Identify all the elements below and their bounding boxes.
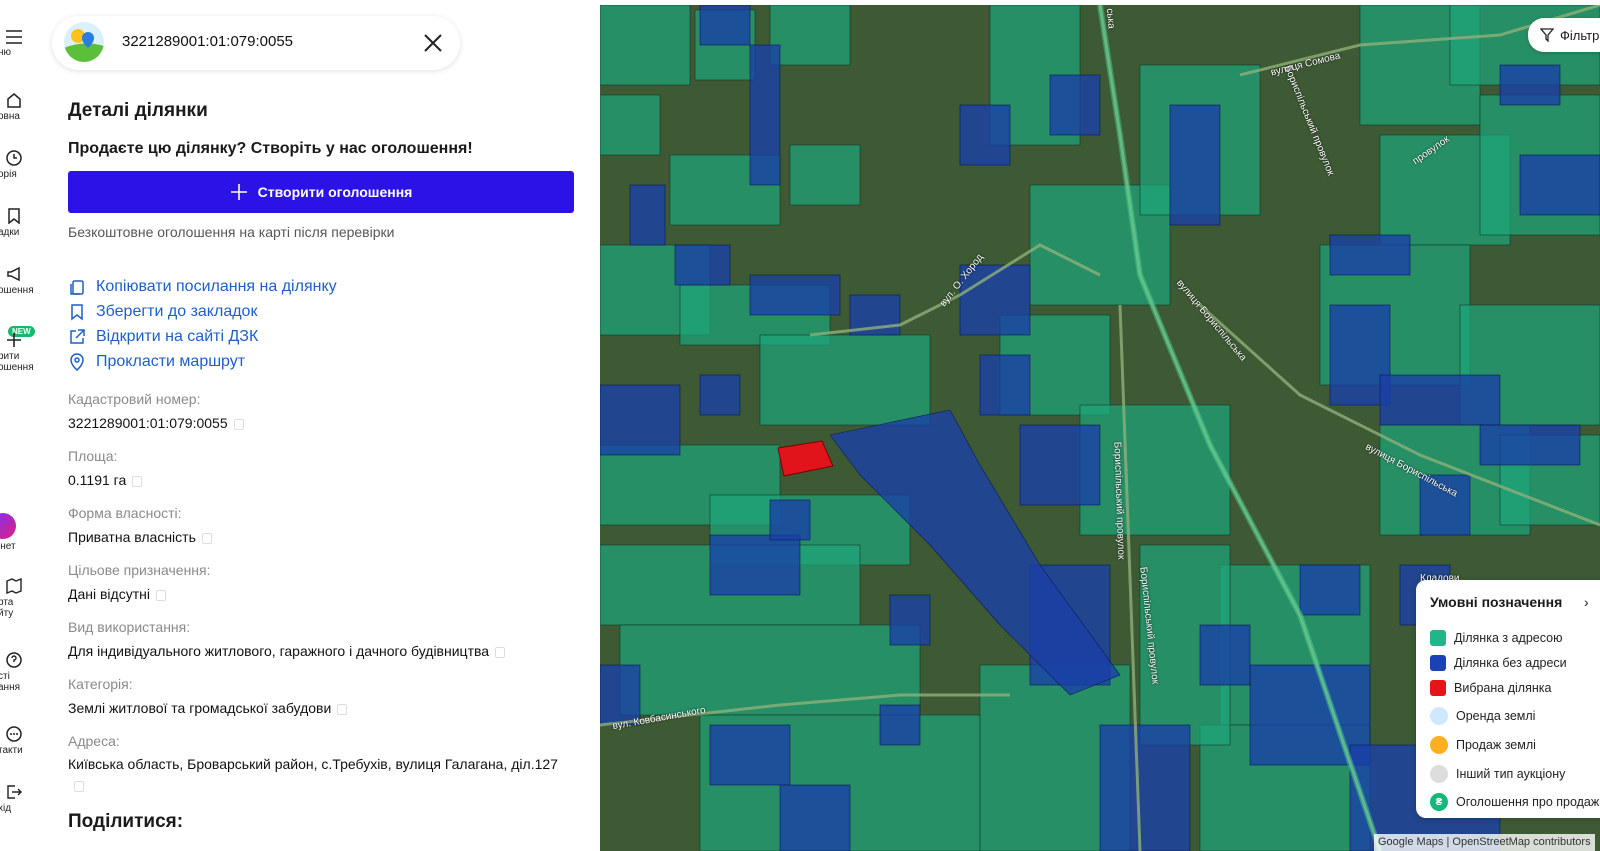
square-swatch-icon: [1430, 680, 1446, 696]
copy-icon[interactable]: [155, 589, 166, 601]
chevron-right-icon[interactable]: ›: [1584, 594, 1589, 610]
logout-icon: [7, 785, 22, 799]
legend-item: Оренда землі: [1430, 707, 1535, 725]
filter-icon: [1540, 28, 1554, 42]
legend-item: Ділянка з адресою: [1430, 630, 1562, 646]
auction-icon: [1430, 765, 1448, 783]
rail-cabinet-label[interactable]: інет: [0, 541, 36, 552]
hryvnia-icon: ₴: [1430, 793, 1448, 811]
copy-icon[interactable]: [74, 780, 84, 792]
cadastral-value: 3221289001:01:079:0055: [68, 413, 568, 434]
save-bookmark-link[interactable]: Зберегти до закладок: [68, 303, 257, 321]
chat-icon: [6, 726, 22, 742]
rail-home[interactable]: овна: [0, 92, 36, 122]
address-text: Київська область, Броварський район, с.Т…: [68, 756, 558, 772]
rail-history[interactable]: орія: [0, 150, 36, 180]
open-dzk-label: Відкрити на сайті ДЗК: [96, 328, 259, 345]
legend-title: Умовні позначення: [1430, 594, 1563, 610]
open-dzk-link[interactable]: Відкрити на сайті ДЗК: [68, 328, 258, 346]
free-note: Безкоштовне оголошення на карті після пе…: [68, 224, 395, 240]
copy-icon: [70, 280, 84, 295]
rail-bookmarks[interactable]: адки: [0, 208, 36, 238]
purpose-label: Цільове призначення:: [68, 562, 211, 578]
legend-item: Ділянка без адреси: [1430, 655, 1567, 671]
ownership-text: Приватна власність: [68, 529, 196, 545]
bookmark-icon: [8, 208, 20, 224]
rail-logout[interactable]: хід: [0, 784, 36, 814]
ownership-label: Форма власності:: [68, 505, 182, 521]
plus-icon: [230, 184, 247, 200]
auction-icon: [1430, 736, 1448, 754]
bookmark-icon: [71, 304, 83, 321]
usage-text: Для індивідуального житлового, гаражного…: [68, 643, 490, 659]
rail-create-ad[interactable]: рити ошення: [0, 332, 36, 373]
map-legend: Умовні позначення › Ділянка з адресою Ді…: [1416, 580, 1600, 818]
usage-label: Вид використання:: [68, 619, 191, 635]
legend-item: ₴ Оголошення про продаж: [1430, 793, 1599, 811]
map-icon: [6, 578, 22, 594]
rail-ads[interactable]: ошення: [0, 266, 36, 296]
legend-item: Інший тип аукціону: [1430, 765, 1565, 783]
category-text: Землі житлової та громадської забудови: [68, 700, 332, 716]
street-label: ська: [1103, 7, 1117, 30]
side-rail: ню овна орія адки ошення NEW рити ошення…: [0, 0, 50, 851]
close-button[interactable]: [420, 30, 446, 56]
usage-value: Для індивідуального житлового, гаражного…: [68, 641, 568, 662]
cadastral-label: Кадастровий номер:: [68, 391, 201, 407]
address-value: Київська область, Броварський район, с.Т…: [68, 754, 558, 796]
route-label: Прокласти маршрут: [96, 353, 246, 370]
copy-icon[interactable]: [233, 418, 244, 430]
legend-item: Вибрана ділянка: [1430, 680, 1551, 696]
category-value: Землі житлової та громадської забудови: [68, 698, 568, 719]
rail-sitemap[interactable]: рта йту: [0, 578, 36, 619]
plus-icon: [7, 333, 21, 347]
home-icon: [7, 93, 21, 108]
question-icon: [6, 652, 22, 668]
search-query[interactable]: 3221289001:01:079:0055: [122, 33, 293, 50]
category-label: Категорія:: [68, 676, 133, 692]
rail-faq[interactable]: сті ання: [0, 652, 36, 693]
ownership-value: Приватна власність: [68, 527, 568, 548]
square-swatch-icon: [1430, 630, 1446, 646]
search-card: 3221289001:01:079:0055: [52, 16, 460, 70]
copy-icon[interactable]: [132, 475, 143, 487]
save-bookmark-label: Зберегти до закладок: [96, 303, 258, 320]
copy-link[interactable]: Копіювати посилання на ділянку: [68, 278, 337, 296]
rail-menu[interactable]: ню: [0, 30, 36, 58]
copy-icon[interactable]: [201, 532, 212, 544]
megaphone-icon: [7, 266, 20, 282]
address-label: Адреса:: [68, 733, 120, 749]
external-link-icon: [70, 329, 85, 344]
square-swatch-icon: [1430, 655, 1446, 671]
create-ad-button[interactable]: Створити оголошення: [68, 171, 574, 213]
purpose-text: Дані відсутні: [68, 586, 150, 602]
area-value: 0.1191 га: [68, 470, 568, 491]
copy-icon[interactable]: [495, 646, 506, 658]
promo-text: Продаєте цю ділянку? Створіть у нас огол…: [68, 140, 473, 157]
filter-button[interactable]: Фільтр: [1528, 18, 1600, 52]
avatar[interactable]: [0, 513, 16, 539]
logo-icon: [64, 22, 104, 62]
location-pin-icon: [70, 353, 84, 371]
copy-link-label: Копіювати посилання на ділянку: [96, 278, 337, 295]
menu-icon: [6, 30, 22, 44]
rail-contacts[interactable]: такти: [0, 726, 36, 756]
cadastral-number: 3221289001:01:079:0055: [68, 415, 228, 431]
legend-item: Продаж землі: [1430, 736, 1536, 754]
history-icon: [6, 150, 22, 166]
auction-icon: [1430, 707, 1448, 725]
details-title: Деталі ділянки: [68, 100, 208, 121]
create-ad-label: Створити оголошення: [257, 184, 413, 200]
app-logo[interactable]: [64, 22, 104, 62]
share-title: Поділитися:: [68, 811, 184, 832]
filter-label: Фільтр: [1560, 27, 1600, 43]
area-text: 0.1191 га: [68, 472, 127, 488]
purpose-value: Дані відсутні: [68, 584, 568, 605]
map-attribution: Google Maps | OpenStreetMap contributors: [1374, 834, 1595, 851]
area-label: Площа:: [68, 448, 118, 464]
copy-icon[interactable]: [337, 703, 348, 715]
route-link[interactable]: Прокласти маршрут: [68, 353, 245, 371]
close-icon: [424, 34, 442, 52]
